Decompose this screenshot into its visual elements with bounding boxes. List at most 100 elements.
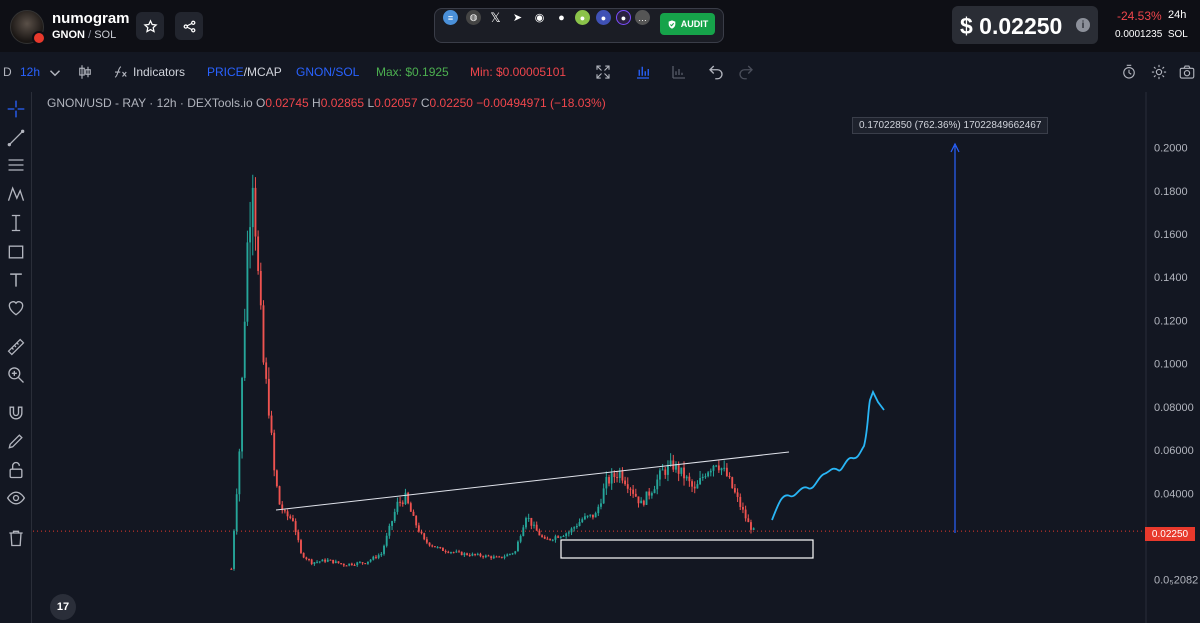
candle-body xyxy=(345,565,348,567)
candle-body xyxy=(677,463,680,474)
audit-button[interactable]: AUDIT xyxy=(660,13,715,35)
stay-drawing-icon[interactable] xyxy=(6,431,26,451)
share-icon xyxy=(183,20,195,32)
globe-icon[interactable]: ◍ xyxy=(466,10,481,25)
candle-body xyxy=(292,518,294,522)
ruler-icon[interactable] xyxy=(6,337,26,357)
pattern-icon[interactable] xyxy=(6,184,26,204)
candle-body xyxy=(752,528,755,530)
candle-body xyxy=(243,321,246,378)
drawing-tools-sidebar xyxy=(0,92,32,623)
quote-symbol: SOL xyxy=(94,29,117,41)
heart-icon[interactable] xyxy=(6,298,26,318)
sol-price: 0.0001235 SOL xyxy=(1115,29,1188,40)
tradingview-logo[interactable]: 17 xyxy=(50,594,76,620)
chart-style-icon[interactable] xyxy=(670,63,688,81)
candle-body xyxy=(707,472,710,477)
coingecko-icon[interactable]: ● xyxy=(575,10,590,25)
candle-body xyxy=(725,467,728,476)
candle-body xyxy=(415,515,418,526)
candle-body xyxy=(396,501,399,512)
indicators-icon[interactable] xyxy=(112,63,130,81)
candle-body xyxy=(380,553,383,556)
indicators-button[interactable]: Indicators xyxy=(133,65,185,79)
lock-icon[interactable] xyxy=(6,460,26,480)
cmc-icon[interactable]: ● xyxy=(596,10,611,25)
candle-body xyxy=(511,553,514,555)
candle-body xyxy=(404,492,407,505)
candle-body xyxy=(664,469,667,475)
candle-body xyxy=(519,536,522,542)
website-icon[interactable]: ≡ xyxy=(443,10,458,25)
github-icon[interactable]: ● xyxy=(554,10,569,25)
candle-body xyxy=(332,559,335,564)
candle-body xyxy=(583,516,586,520)
camera-icon[interactable] xyxy=(1178,63,1196,81)
undo-icon[interactable] xyxy=(707,63,725,81)
price-box: $ 0.02250 i xyxy=(952,6,1098,44)
candle-body xyxy=(570,528,573,533)
dextools-icon[interactable]: ● xyxy=(616,10,631,25)
candlestick-type-icon[interactable] xyxy=(76,63,94,81)
candle-body xyxy=(455,551,458,553)
trend-line-icon[interactable] xyxy=(6,128,26,148)
reddit-icon[interactable]: ◉ xyxy=(532,10,547,25)
candle-body xyxy=(632,489,635,494)
clock-settings-icon[interactable] xyxy=(1120,63,1138,81)
rectangle-icon[interactable] xyxy=(6,242,26,262)
candle-body xyxy=(514,551,517,554)
candle-body xyxy=(637,496,640,504)
bar-chart-icon[interactable] xyxy=(634,63,652,81)
interval-selector[interactable]: 12h xyxy=(20,65,40,79)
candle-body xyxy=(340,563,343,565)
gear-icon[interactable] xyxy=(1150,63,1168,81)
candle-body xyxy=(602,488,605,504)
favorite-button[interactable] xyxy=(136,12,164,40)
zoom-in-icon[interactable] xyxy=(6,365,26,385)
price-mcap-toggle[interactable]: PRICE/MCAP xyxy=(207,65,282,79)
price-chart[interactable]: 0.2000 0.1800 0.1600 0.1400 0.1200 0.1000 0.08… xyxy=(33,92,1200,623)
candle-body xyxy=(278,486,281,505)
x-icon[interactable]: 𝕏 xyxy=(488,10,503,25)
pair-separator: / xyxy=(88,29,92,41)
eye-icon[interactable] xyxy=(6,488,26,508)
price-axis-tick: 0.04000 xyxy=(1154,488,1194,500)
candle-body xyxy=(444,550,447,552)
parallel-lines-icon[interactable] xyxy=(6,155,26,175)
candle-body xyxy=(565,533,568,537)
candle-body xyxy=(348,563,351,566)
share-button[interactable] xyxy=(175,12,203,40)
fullscreen-icon[interactable] xyxy=(594,63,612,81)
audit-label: AUDIT xyxy=(680,19,709,29)
text-icon[interactable] xyxy=(6,270,26,290)
candle-body xyxy=(562,536,565,538)
price-toggle[interactable]: PRICE xyxy=(207,65,244,79)
magnet-icon[interactable] xyxy=(6,403,26,423)
telegram-icon[interactable]: ➤ xyxy=(510,10,525,25)
candle-body xyxy=(238,451,241,495)
price-axis-tick: 0.1600 xyxy=(1154,229,1188,241)
crosshair-icon[interactable] xyxy=(6,99,26,119)
d-label[interactable]: D xyxy=(3,65,12,79)
candle-body xyxy=(423,533,426,540)
trash-icon[interactable] xyxy=(6,528,26,548)
legend-change: −0.00494971 (−18.03%) xyxy=(476,96,606,110)
candle-body xyxy=(482,556,485,558)
projected-path xyxy=(771,389,885,521)
candle-body xyxy=(337,561,340,564)
candle-body xyxy=(669,460,672,465)
candle-body xyxy=(581,519,584,523)
info-icon[interactable]: i xyxy=(1076,18,1090,32)
candle-body xyxy=(283,510,286,512)
position-icon[interactable] xyxy=(6,213,26,233)
mcap-toggle[interactable]: MCAP xyxy=(247,65,282,79)
candle-body xyxy=(527,517,530,519)
candle-body xyxy=(385,535,388,546)
candle-body xyxy=(412,511,415,516)
candle-body xyxy=(407,492,410,504)
redo-icon[interactable] xyxy=(737,63,755,81)
price-axis-tick: 0.1200 xyxy=(1154,315,1188,327)
pair-toggle[interactable]: GNON/SOL xyxy=(296,65,359,79)
more-icon[interactable]: … xyxy=(635,10,650,25)
chevron-down-icon[interactable] xyxy=(46,64,64,82)
